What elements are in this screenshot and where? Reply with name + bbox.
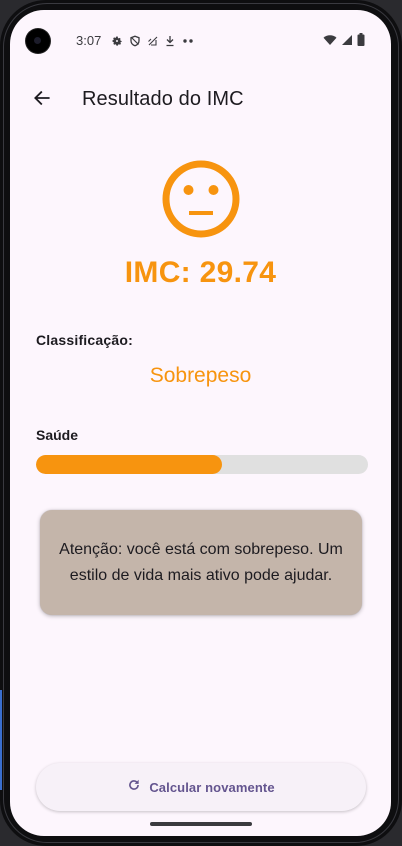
imc-value: IMC: 29.74 [124, 256, 277, 289]
status-notification-icons [111, 32, 195, 50]
back-button[interactable] [22, 80, 62, 120]
classification-value: Sobrepeso [149, 364, 252, 387]
status-system-icons [323, 32, 365, 50]
download-icon [165, 35, 175, 47]
device-frame: 3:07 Resultado do IMC IMC: 29.74 Classif… [0, 0, 402, 846]
app-bar: Resultado do IMC [10, 72, 391, 128]
wifi-icon [323, 34, 337, 49]
shield-icon [129, 35, 141, 47]
alert-card: Atenção: você está com sobrepeso. Um est… [40, 510, 362, 615]
alert-message: Atenção: você está com sobrepeso. Um est… [59, 540, 343, 584]
cellular-icon [341, 34, 353, 49]
gesture-navigation-bar[interactable] [150, 822, 252, 826]
health-label: Saúde [36, 427, 79, 443]
arrow-back-icon [32, 88, 52, 113]
battery-icon [357, 33, 365, 49]
device-edge-highlight [0, 690, 2, 790]
recalculate-label: Calcular novamente [149, 779, 275, 795]
app-screen: 3:07 Resultado do IMC IMC: 29.74 Classif… [10, 10, 391, 836]
health-progress-bar [36, 455, 368, 474]
page-title: Resultado do IMC [82, 88, 244, 110]
status-time: 3:07 [76, 33, 102, 48]
recalculate-button[interactable]: Calcular novamente [36, 763, 366, 811]
classification-label: Classificação: [36, 332, 133, 348]
health-progress-fill [36, 455, 222, 474]
more-dots-icon [181, 35, 195, 47]
neutral-face-icon [160, 158, 242, 240]
signal-off-icon [147, 35, 159, 47]
settings-icon [111, 35, 123, 47]
refresh-icon [127, 778, 141, 797]
status-bar: 3:07 [10, 32, 391, 52]
